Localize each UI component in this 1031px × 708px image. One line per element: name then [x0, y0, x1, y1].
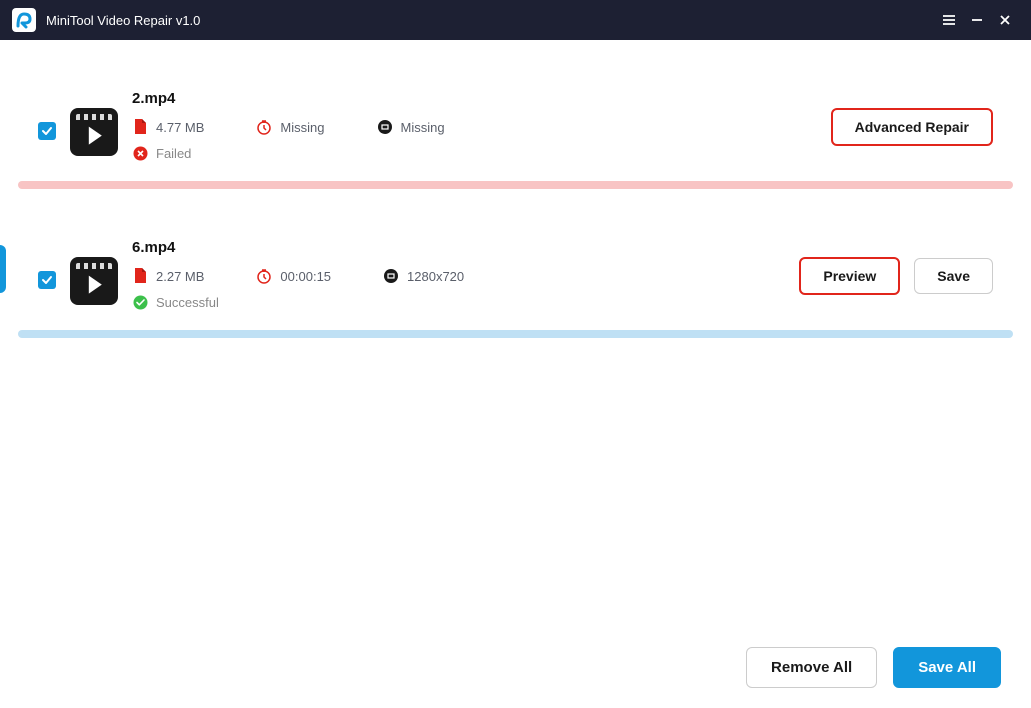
file-checkbox[interactable] [38, 271, 56, 289]
file-info: 6.mp4 2.27 MB 00:00:15 1280x720 Successf… [132, 239, 785, 310]
app-title: MiniTool Video Repair v1.0 [46, 13, 935, 28]
progress-bar-failed [18, 181, 1013, 189]
save-all-button[interactable]: Save All [893, 647, 1001, 688]
file-actions: Advanced Repair [831, 108, 993, 146]
save-button[interactable]: Save [914, 258, 993, 294]
clock-icon [256, 268, 272, 284]
file-size: 2.27 MB [132, 268, 204, 284]
preview-button[interactable]: Preview [799, 257, 900, 295]
menu-icon[interactable] [935, 6, 963, 34]
progress-bar-success [18, 330, 1013, 338]
file-card: 6.mp4 2.27 MB 00:00:15 1280x720 Successf… [18, 217, 1013, 326]
file-status: Failed [132, 145, 817, 161]
app-logo [12, 8, 36, 32]
content-area: 2.mp4 4.77 MB Missing Missing Failed [0, 68, 1031, 338]
video-file-icon [70, 257, 118, 305]
file-resolution: Missing [377, 119, 445, 135]
footer-actions: Remove All Save All [746, 647, 1001, 688]
file-duration: Missing [256, 119, 324, 135]
close-icon[interactable] [991, 6, 1019, 34]
file-name: 6.mp4 [132, 239, 785, 256]
error-icon [132, 145, 148, 161]
video-file-icon [70, 108, 118, 156]
left-accent [0, 245, 6, 293]
resolution-icon [383, 268, 399, 284]
file-size: 4.77 MB [132, 119, 204, 135]
clock-icon [256, 119, 272, 135]
resolution-icon [377, 119, 393, 135]
file-name: 2.mp4 [132, 90, 817, 107]
remove-all-button[interactable]: Remove All [746, 647, 877, 688]
advanced-repair-button[interactable]: Advanced Repair [831, 108, 993, 146]
success-icon [132, 294, 148, 310]
file-info: 2.mp4 4.77 MB Missing Missing Failed [132, 90, 817, 161]
file-icon [132, 119, 148, 135]
titlebar: MiniTool Video Repair v1.0 [0, 0, 1031, 40]
file-actions: Preview Save [799, 257, 993, 295]
file-duration: 00:00:15 [256, 268, 331, 284]
file-checkbox[interactable] [38, 122, 56, 140]
file-status: Successful [132, 294, 785, 310]
file-card: 2.mp4 4.77 MB Missing Missing Failed [18, 68, 1013, 177]
file-resolution: 1280x720 [383, 268, 464, 284]
minimize-icon[interactable] [963, 6, 991, 34]
file-icon [132, 268, 148, 284]
